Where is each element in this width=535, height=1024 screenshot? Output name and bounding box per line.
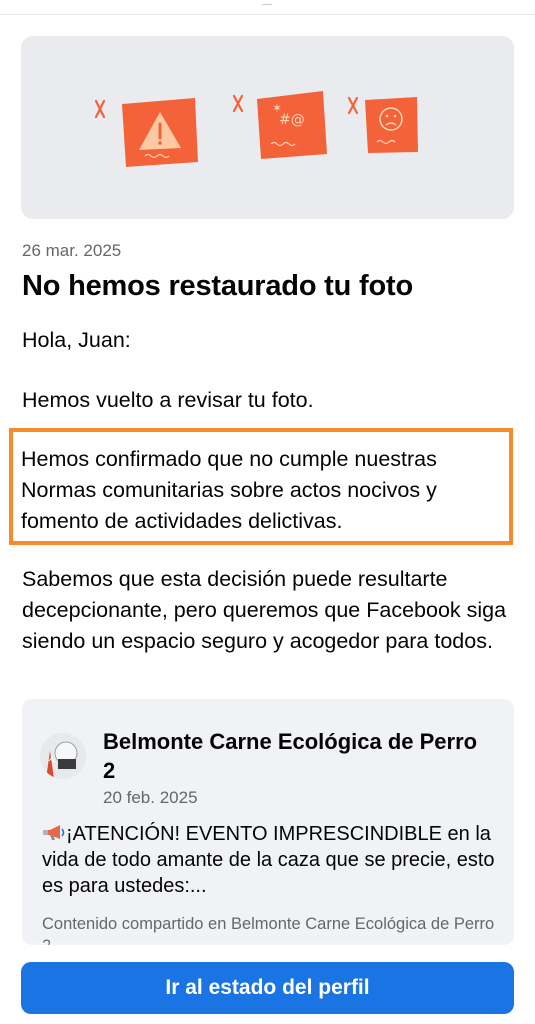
megaphone-icon	[42, 821, 66, 847]
post-body-text: ¡ATENCIÓN! EVENTO IMPRESCINDIBLE en la v…	[42, 823, 495, 897]
post-body: ¡ATENCIÓN! EVENTO IMPRESCINDIBLE en la v…	[42, 821, 512, 899]
hero-illustration: #@ ✶	[21, 36, 514, 219]
symbols-icon: #@ ✶	[257, 91, 327, 159]
message-date: 26 mar. 2025	[22, 241, 122, 260]
avatar	[40, 733, 86, 779]
top-divider	[0, 0, 535, 15]
shared-post-card[interactable]: Belmonte Carne Ecológica de Perro 2 20 f…	[22, 699, 514, 945]
warning-icon	[122, 98, 198, 167]
svg-text:✶: ✶	[272, 101, 282, 115]
post-page-name[interactable]: Belmonte Carne Ecológica de Perro 2	[103, 727, 483, 785]
confirmation-text: Hemos confirmado que no cumple nuestras …	[21, 447, 437, 533]
scroll-fade	[0, 940, 535, 962]
reviewed-text: Hemos vuelto a revisar tu foto.	[22, 388, 314, 412]
svg-text:#@: #@	[279, 112, 305, 128]
sad-face-icon	[365, 97, 418, 153]
page-title: No hemos restaurado tu foto	[22, 270, 413, 302]
greeting-text: Hola, Juan:	[22, 328, 131, 352]
apology-text: Sabemos que esta decisión puede resultar…	[22, 567, 507, 653]
sheet-handle	[262, 0, 272, 5]
profile-status-button[interactable]: Ir al estado del perfil	[21, 962, 514, 1014]
post-date: 20 feb. 2025	[103, 788, 198, 807]
